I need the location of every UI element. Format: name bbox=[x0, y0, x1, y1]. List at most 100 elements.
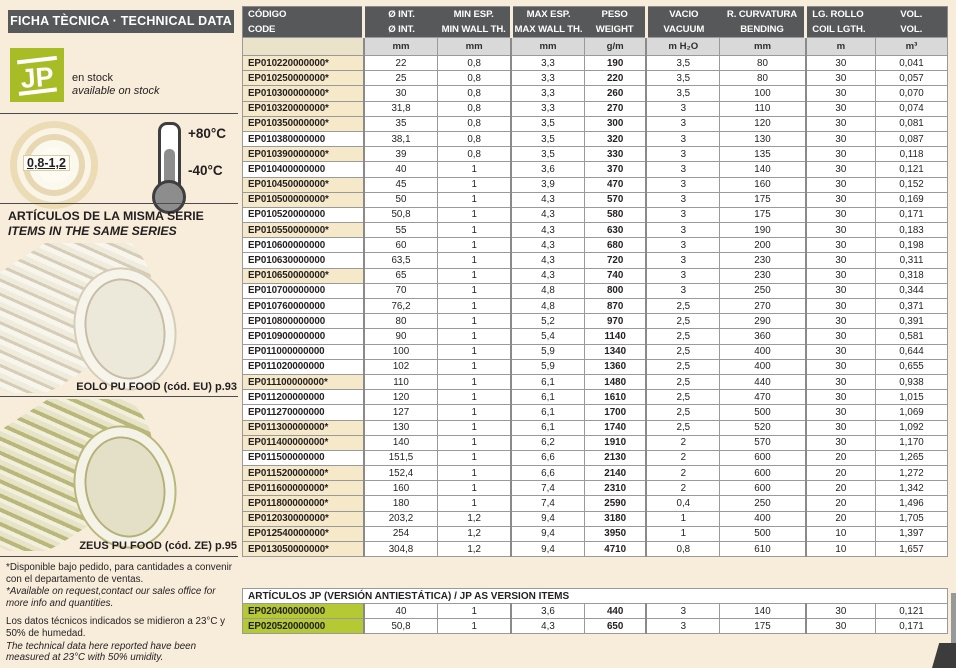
value-cell: 130 bbox=[719, 130, 807, 148]
value-cell: 30 bbox=[804, 404, 877, 421]
value-cell: 100 bbox=[362, 343, 439, 360]
value-cell: 800 bbox=[583, 282, 647, 300]
value-cell: 680 bbox=[583, 237, 647, 254]
table-row: EP010220000000* 22 0,8 3,3 190 3,5 80 30 0,041 bbox=[241, 54, 948, 72]
value-cell: 0,169 bbox=[875, 191, 948, 208]
value-cell: 0,8 bbox=[437, 146, 512, 163]
value-cell: 120 bbox=[719, 115, 807, 132]
value-cell: 1340 bbox=[583, 343, 647, 360]
column-header: VACUUM bbox=[644, 22, 720, 38]
value-cell: 4710 bbox=[583, 540, 647, 558]
value-cell: 0,8 bbox=[645, 540, 721, 558]
value-cell: 0,644 bbox=[875, 343, 948, 360]
value-cell: 270 bbox=[719, 297, 807, 315]
value-cell: 0,081 bbox=[875, 115, 948, 132]
value-cell: 0,8 bbox=[437, 100, 512, 117]
value-cell: 870 bbox=[583, 297, 647, 315]
value-cell: 254 bbox=[362, 525, 439, 543]
value-cell: 1 bbox=[437, 206, 512, 224]
value-cell: 175 bbox=[719, 206, 807, 224]
value-cell: 360 bbox=[719, 328, 807, 345]
value-cell: 4,3 bbox=[510, 237, 585, 254]
value-cell: 110 bbox=[719, 100, 807, 117]
value-cell: 140 bbox=[719, 161, 807, 178]
stock-label: en stock available on stock bbox=[72, 72, 159, 98]
value-cell: 290 bbox=[719, 313, 807, 330]
value-cell: 5,9 bbox=[510, 358, 585, 375]
table-row: EP010630000000 63,5 1 4,3 720 3 230 30 0,311 bbox=[241, 252, 948, 269]
value-cell: 30 bbox=[804, 115, 877, 132]
code-cell: EP012540000000* bbox=[241, 525, 365, 543]
value-cell: 1 bbox=[437, 237, 512, 254]
unit-cell bbox=[241, 37, 365, 56]
divider bbox=[0, 113, 238, 114]
value-cell: 6,1 bbox=[510, 404, 585, 421]
value-cell: 250 bbox=[719, 495, 807, 512]
value-cell: 1 bbox=[437, 222, 512, 239]
value-cell: 1 bbox=[437, 313, 512, 330]
jp-logo: JP bbox=[10, 48, 64, 102]
value-cell: 20 bbox=[804, 465, 877, 482]
value-cell: 30 bbox=[804, 343, 877, 360]
value-cell: 1 bbox=[437, 373, 512, 391]
value-cell: 970 bbox=[583, 313, 647, 330]
value-cell: 3,3 bbox=[510, 85, 585, 102]
stock-label-es: en stock bbox=[72, 72, 113, 84]
value-cell: 3 bbox=[645, 191, 721, 208]
value-cell: 370 bbox=[583, 161, 647, 178]
table-row: EP011300000000* 130 1 6,1 1740 2,5 520 30 1,092 bbox=[241, 419, 948, 436]
value-cell: 1 bbox=[437, 480, 512, 497]
value-cell: 30 bbox=[804, 146, 877, 163]
column-header: CODE bbox=[242, 22, 364, 38]
table-row: EP010700000000 70 1 4,8 800 3 250 30 0,344 bbox=[241, 282, 948, 300]
value-cell: 1 bbox=[437, 434, 512, 451]
value-cell: 1 bbox=[437, 343, 512, 360]
value-cell: 40 bbox=[362, 602, 439, 620]
value-cell: 0,070 bbox=[875, 85, 948, 102]
header-row-en: CODE Ø INT. MIN WALL TH. MAX WALL TH. WEIGHT… bbox=[242, 22, 948, 38]
same-series-heading: ARTÍCULOS DE LA MISMA SERIE ITEMS IN THE… bbox=[8, 209, 204, 238]
code-cell: EP010400000000 bbox=[241, 161, 365, 178]
value-cell: 80 bbox=[719, 70, 807, 87]
column-header: Ø INT. bbox=[362, 22, 438, 38]
value-cell: 1 bbox=[437, 419, 512, 436]
value-cell: 0,183 bbox=[875, 222, 948, 239]
value-cell: 31,8 bbox=[362, 100, 439, 117]
code-cell: EP011100000000* bbox=[241, 373, 365, 391]
footnote-request-es: *Disponible bajo pedido, para cantidades… bbox=[6, 562, 233, 585]
code-cell: EP010390000000* bbox=[241, 146, 365, 163]
value-cell: 1,092 bbox=[875, 419, 948, 436]
value-cell: 3,3 bbox=[510, 100, 585, 117]
value-cell: 30 bbox=[804, 358, 877, 375]
value-cell: 400 bbox=[719, 510, 807, 527]
value-cell: 1,705 bbox=[875, 510, 948, 527]
value-cell: 470 bbox=[583, 176, 647, 193]
value-cell: 120 bbox=[362, 389, 439, 406]
column-header: COIL LGTH. bbox=[804, 22, 876, 38]
value-cell: 230 bbox=[719, 252, 807, 269]
column-header: LG. ROLLO bbox=[804, 6, 876, 22]
code-cell: EP010350000000* bbox=[241, 115, 365, 132]
value-cell: 610 bbox=[719, 540, 807, 558]
value-cell: 3 bbox=[645, 176, 721, 193]
unit-cell: m bbox=[804, 37, 877, 56]
table-row: EP011020000000 102 1 5,9 1360 2,5 400 30 0,655 bbox=[241, 358, 948, 375]
value-cell: 220 bbox=[583, 70, 647, 87]
value-cell: 400 bbox=[719, 358, 807, 375]
value-cell: 3,5 bbox=[510, 115, 585, 132]
value-cell: 1 bbox=[437, 404, 512, 421]
value-cell: 30 bbox=[804, 222, 877, 239]
value-cell: 500 bbox=[719, 404, 807, 421]
column-header: CÓDIGO bbox=[242, 6, 364, 22]
value-cell: 65 bbox=[362, 267, 439, 284]
value-cell: 440 bbox=[583, 602, 647, 620]
value-cell: 30 bbox=[804, 328, 877, 345]
value-cell: 0,8 bbox=[437, 70, 512, 87]
value-cell: 3,5 bbox=[645, 85, 721, 102]
table-row: EP010350000000* 35 0,8 3,5 300 3 120 30 0,081 bbox=[241, 115, 948, 132]
value-cell: 2310 bbox=[583, 480, 647, 497]
value-cell: 9,4 bbox=[510, 510, 585, 527]
table-row: EP011270000000 127 1 6,1 1700 2,5 500 30 1,069 bbox=[241, 404, 948, 421]
table-row: EP010250000000* 25 0,8 3,3 220 3,5 80 30 0,057 bbox=[241, 70, 948, 87]
code-cell: EP010550000000* bbox=[241, 222, 365, 239]
